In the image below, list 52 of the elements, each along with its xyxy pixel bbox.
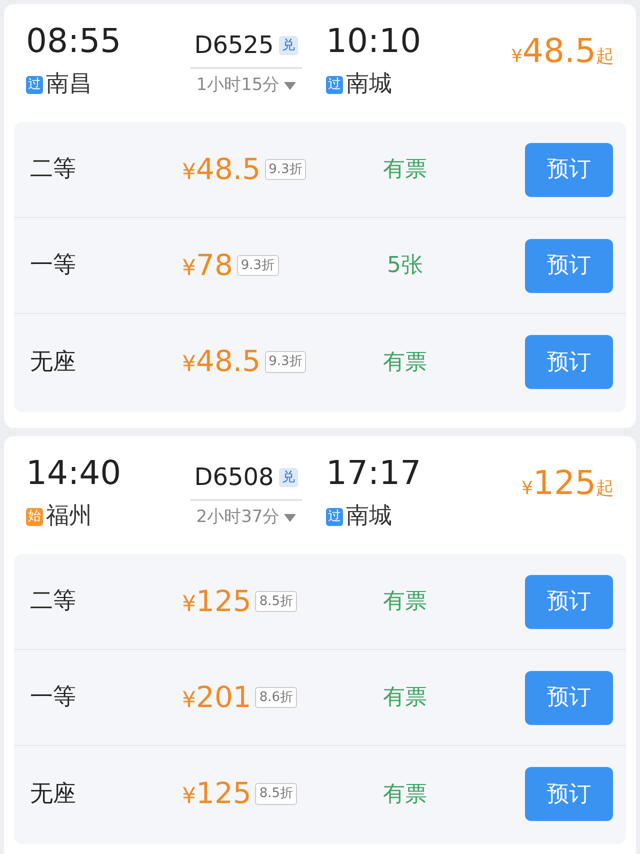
train-number: D6525 — [194, 30, 274, 62]
station-tag: 过 — [326, 508, 343, 526]
seat-class: 无座 — [30, 348, 77, 377]
seat-class: 一等 — [30, 251, 77, 280]
seat-price: ¥125 — [182, 775, 252, 812]
discount-tag: 8.5折 — [255, 783, 298, 805]
book-button[interactable]: 预订 — [525, 670, 613, 724]
station-name: 南昌 — [46, 70, 92, 100]
arrival-time: 17:17 — [326, 456, 422, 490]
duration: 1小时15分 — [196, 74, 280, 98]
duration: 2小时37分 — [196, 506, 280, 530]
seat-price: ¥125 — [182, 582, 252, 620]
train-number: D6508 — [194, 462, 274, 494]
redeem-badge: 兑 — [278, 468, 298, 487]
book-button[interactable]: 预订 — [525, 142, 613, 196]
seat-price: ¥48.5 — [182, 150, 261, 188]
discount-tag: 9.3折 — [236, 254, 279, 276]
seat-class: 无座 — [30, 780, 77, 809]
ticket-availability: 有票 — [382, 156, 428, 184]
departure-time: 14:40 — [26, 456, 122, 490]
station-tag: 过 — [26, 76, 43, 94]
lowest-price: ¥125起 — [520, 462, 614, 504]
lowest-price: ¥48.5起 — [510, 30, 614, 72]
station-tag: 过 — [326, 76, 343, 94]
ticket-availability: 5张 — [386, 252, 424, 280]
dropdown-caret-icon[interactable] — [284, 82, 296, 90]
ticket-availability: 有票 — [382, 348, 428, 376]
discount-tag: 8.5折 — [255, 590, 298, 612]
book-button[interactable]: 预订 — [525, 335, 613, 389]
discount-tag: 8.6折 — [255, 686, 298, 708]
seat-price: ¥201 — [182, 678, 252, 716]
seat-price: ¥48.5 — [182, 343, 261, 380]
book-button[interactable]: 预订 — [525, 767, 613, 821]
departure-time: 08:55 — [26, 24, 122, 58]
dropdown-caret-icon[interactable] — [284, 514, 296, 522]
seat-class: 一等 — [30, 683, 77, 712]
seat-class: 二等 — [30, 587, 77, 616]
ticket-availability: 有票 — [382, 684, 428, 712]
book-button[interactable]: 预订 — [525, 574, 613, 628]
discount-tag: 9.3折 — [264, 351, 306, 373]
book-button[interactable]: 预订 — [525, 238, 613, 292]
seat-class: 二等 — [30, 155, 77, 184]
station-tag: 始 — [26, 508, 43, 526]
station-name: 福州 — [46, 502, 92, 532]
discount-tag: 9.3折 — [264, 158, 306, 180]
redeem-badge: 兑 — [278, 36, 298, 55]
station-name: 南城 — [346, 70, 392, 100]
arrival-time: 10:10 — [326, 24, 422, 58]
station-name: 南城 — [346, 502, 392, 532]
ticket-availability: 有票 — [382, 588, 428, 616]
ticket-availability: 有票 — [382, 780, 428, 808]
seat-price: ¥78 — [182, 246, 233, 284]
